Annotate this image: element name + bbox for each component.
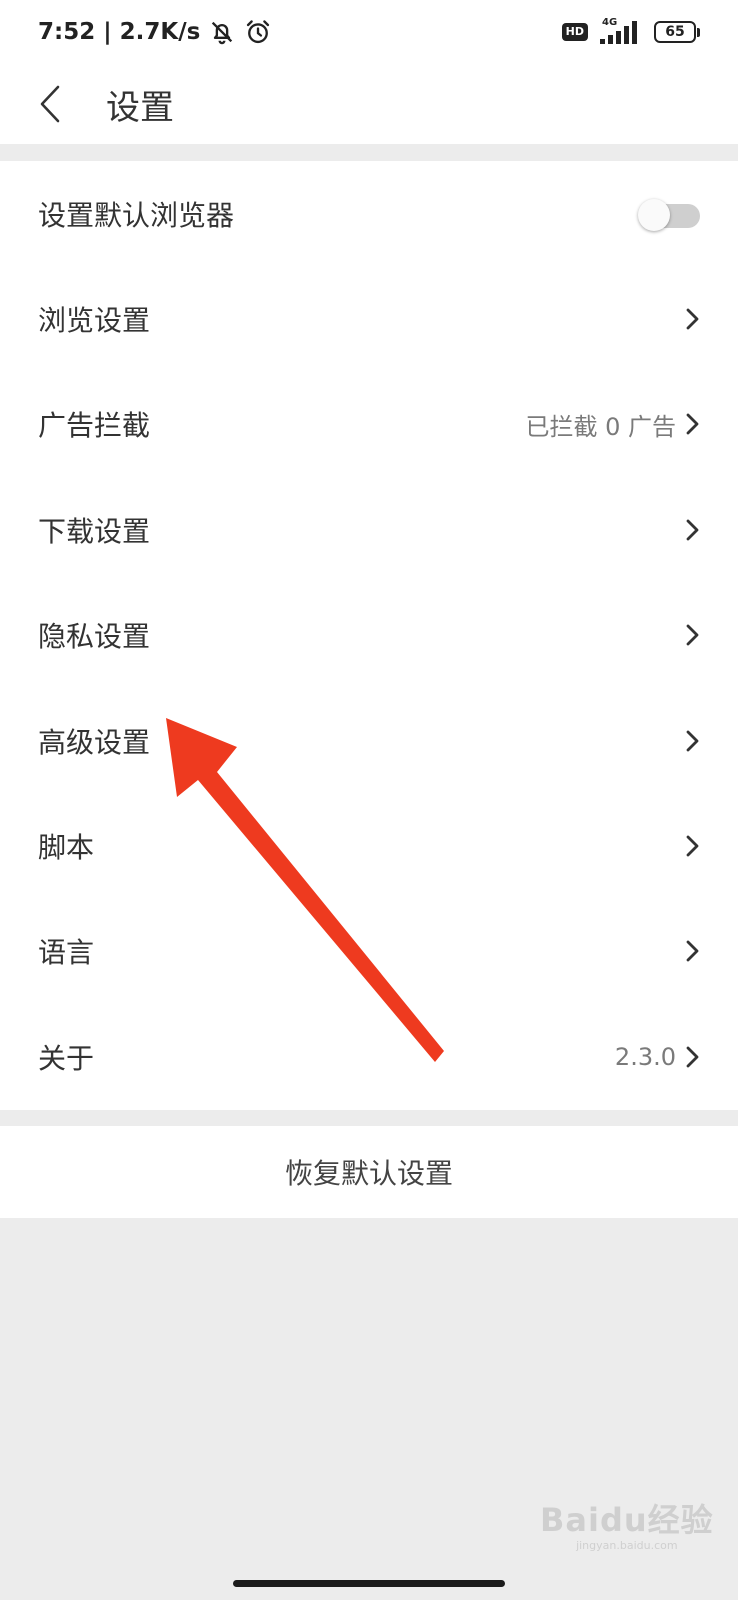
row-right (682, 728, 702, 754)
setting-ad-block[interactable]: 广告拦截 已拦截 0 广告 (0, 372, 738, 477)
setting-label: 广告拦截 (38, 409, 151, 443)
watermark-brand: Baidu经验 (540, 1501, 714, 1539)
baidu-watermark: Baidu经验 jingyan.baidu.com (540, 1495, 714, 1552)
row-right (682, 306, 702, 332)
setting-label: 设置默认浏览器 (38, 198, 235, 232)
status-net-speed: 2.7K/s (119, 19, 201, 45)
chevron-right-icon (686, 835, 699, 857)
row-right (682, 938, 702, 964)
silent-bell-icon (212, 21, 233, 45)
alarm-icon (247, 20, 270, 44)
reset-label: 恢复默认设置 (284, 1157, 453, 1190)
chevron-right-icon (686, 730, 699, 752)
setting-label: 隐私设置 (38, 620, 151, 654)
home-indicator[interactable] (233, 1580, 505, 1587)
row-right (682, 833, 702, 859)
setting-browsing[interactable]: 浏览设置 (0, 266, 738, 371)
app-version: 2.3.0 (614, 1042, 676, 1071)
setting-language[interactable]: 语言 (0, 899, 738, 1004)
status-right: HD 4G 65 (561, 17, 700, 45)
toggle-knob (638, 198, 670, 231)
reset-defaults-button[interactable]: 恢复默认设置 (0, 1126, 738, 1218)
battery-level: 65 (654, 21, 696, 43)
chevron-right-icon (686, 1046, 699, 1068)
setting-label: 语言 (38, 936, 95, 970)
battery-cap (697, 27, 700, 37)
setting-scripts[interactable]: 脚本 (0, 793, 738, 898)
default-browser-toggle[interactable] (638, 197, 702, 231)
row-right (682, 517, 702, 543)
setting-default-browser[interactable]: 设置默认浏览器 (0, 161, 738, 266)
setting-label: 脚本 (38, 831, 95, 865)
row-right: 已拦截 0 广告 (525, 407, 702, 442)
chevron-right-icon (686, 624, 699, 646)
setting-label: 下载设置 (38, 514, 151, 548)
chevron-right-icon (686, 941, 699, 962)
status-left: 7:52 | 2.7K/s (38, 18, 272, 46)
chevron-right-icon (686, 308, 699, 330)
row-right: 2.3.0 (615, 1043, 702, 1071)
settings-list: 设置默认浏览器 浏览设置 广告拦截 已拦截 0 广告 下载设置 隐私设置 高级设… (0, 161, 738, 1110)
status-time: 7:52 (38, 19, 96, 45)
status-separator: | (103, 19, 112, 45)
back-button[interactable] (0, 64, 100, 144)
status-bar: 7:52 | 2.7K/s HD 4G 65 (0, 0, 738, 64)
watermark-url: jingyan.baidu.com (576, 1539, 678, 1552)
battery-icon: 65 (654, 21, 700, 43)
signal-bars-icon (600, 21, 637, 44)
page-title: 设置 (106, 87, 174, 128)
app-header: 设置 (0, 64, 738, 144)
ad-block-count: 已拦截 0 广告 (525, 412, 676, 441)
setting-label: 高级设置 (38, 725, 151, 759)
setting-privacy[interactable]: 隐私设置 (0, 583, 738, 688)
setting-download[interactable]: 下载设置 (0, 477, 738, 582)
back-arrow-icon (40, 85, 60, 123)
hd-badge: HD (561, 23, 588, 41)
chevron-right-icon (686, 519, 699, 541)
setting-label: 关于 (38, 1041, 95, 1075)
setting-label: 浏览设置 (38, 304, 151, 338)
row-right (682, 622, 702, 648)
chevron-right-icon (686, 414, 699, 435)
setting-about[interactable]: 关于 2.3.0 (0, 1004, 738, 1109)
setting-advanced[interactable]: 高级设置 (0, 688, 738, 793)
signal-indicator: 4G (598, 17, 644, 45)
